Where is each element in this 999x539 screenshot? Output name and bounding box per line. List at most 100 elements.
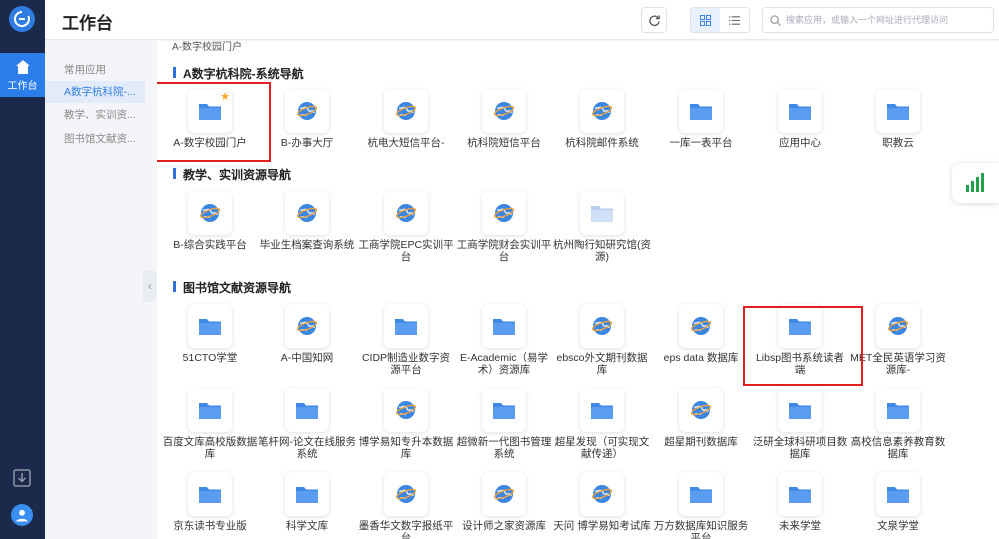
app-tile[interactable]: 应用中心: [751, 89, 849, 149]
app-label: 工商学院EPC实训平台: [358, 239, 454, 263]
app-label: 未来学堂: [779, 520, 821, 532]
app-tile[interactable]: 工商学院财会实训平台: [455, 191, 553, 263]
app-label: 超星发现（可实现文献传递）: [554, 436, 650, 460]
app-tile[interactable]: 毕业生档案查询系统: [258, 191, 356, 251]
app-label: 泛研全球科研项目数据库: [752, 436, 848, 460]
app-label: 毕业生档案查询系统: [259, 239, 355, 251]
collapse-sidebar-button[interactable]: ‹: [143, 270, 157, 302]
app-tile[interactable]: 超星期刊数据库: [652, 388, 750, 448]
section-title-library-nav: 图书馆文献资源导航: [173, 279, 291, 296]
app-tile[interactable]: 高校信息素养教育数据库: [849, 388, 947, 460]
app-tile[interactable]: 天问 博学易知考试库: [553, 472, 651, 532]
folder-icon: [778, 388, 822, 432]
app-tile[interactable]: A-中国知网: [258, 304, 356, 364]
folder-icon: [778, 89, 822, 133]
folder-icon: [188, 388, 232, 432]
app-tile[interactable]: 泛研全球科研项目数据库: [751, 388, 849, 460]
app-tile[interactable]: 杭科院邮件系统: [553, 89, 651, 149]
app-tile[interactable]: 职教云: [849, 89, 947, 149]
app-label: 超微新一代图书管理系统: [456, 436, 552, 460]
search-input[interactable]: [786, 15, 986, 25]
app-label: 京东读书专业版: [173, 520, 247, 532]
home-icon: [15, 60, 30, 74]
folder-icon: [285, 388, 329, 432]
app-tile[interactable]: B-办事大厅: [258, 89, 356, 149]
folder-icon: [876, 388, 920, 432]
sidebar-item-digital-campus[interactable]: A数字杭科院-...: [45, 81, 145, 103]
folder-icon: [876, 472, 920, 516]
folder-light-icon: [580, 191, 624, 235]
breadcrumb: A-数字校园门户: [172, 42, 242, 53]
rail-home-button[interactable]: 工作台: [0, 53, 45, 97]
app-tile[interactable]: 京东读书专业版: [161, 472, 259, 532]
app-label: 高校信息素养教育数据库: [850, 436, 946, 460]
app-tile[interactable]: 超微新一代图书管理系统: [455, 388, 553, 460]
globe-icon: [876, 304, 920, 348]
view-switch: [690, 7, 750, 33]
grid-icon: [700, 14, 711, 26]
app-label: 杭科院邮件系统: [565, 137, 639, 149]
globe-icon: [384, 89, 428, 133]
app-label: 设计师之家资源库: [462, 520, 546, 532]
folder-icon: [679, 89, 723, 133]
grid-view-button[interactable]: [691, 8, 720, 32]
app-tile[interactable]: 一库一表平台: [652, 89, 750, 149]
folder-icon: [482, 388, 526, 432]
app-tile[interactable]: 百度文库高校版数据库: [161, 388, 259, 460]
app-tile[interactable]: 笔杆网-论文在线服务系统: [258, 388, 356, 460]
search-box: [762, 7, 994, 33]
refresh-icon: [648, 14, 660, 26]
app-label: 博学易知专升本数据库: [358, 436, 454, 460]
list-view-button[interactable]: [720, 8, 749, 32]
app-tile[interactable]: 51CTO学堂: [161, 304, 259, 364]
highlight-box-portal: [157, 82, 271, 162]
app-label: B-办事大厅: [280, 137, 334, 149]
app-tile[interactable]: 墨香华文数字报纸平台: [357, 472, 455, 539]
app-label: 超星期刊数据库: [664, 436, 738, 448]
app-tile[interactable]: 万方数据库知识服务平台: [652, 472, 750, 539]
app-tile[interactable]: 杭州陶行知研究馆(资源): [553, 191, 651, 263]
app-label: 天问 博学易知考试库: [553, 520, 651, 532]
app-tile[interactable]: 杭电大短信平台-: [357, 89, 455, 149]
user-avatar-icon[interactable]: [11, 504, 33, 526]
app-logo-icon[interactable]: [9, 6, 35, 32]
download-icon[interactable]: [12, 468, 32, 488]
app-label: 杭科院短信平台: [467, 137, 541, 149]
app-tile[interactable]: 杭科院短信平台: [455, 89, 553, 149]
app-tile[interactable]: 工商学院EPC实训平台: [357, 191, 455, 263]
refresh-button[interactable]: [641, 7, 667, 33]
signal-bars-icon: [965, 173, 984, 192]
app-tile[interactable]: CIDP制造业数字资源平台: [357, 304, 455, 376]
list-icon: [729, 15, 740, 25]
app-tile[interactable]: 未来学堂: [751, 472, 849, 532]
app-label: 笔杆网-论文在线服务系统: [258, 436, 356, 460]
app-label: A-中国知网: [280, 352, 334, 364]
globe-icon: [679, 388, 723, 432]
page-title: 工作台: [62, 14, 113, 33]
app-tile[interactable]: MET全民英语学习资源库-: [849, 304, 947, 376]
sidebar-item-common[interactable]: 常用应用: [45, 59, 145, 81]
app-tile[interactable]: 超星发现（可实现文献传递）: [553, 388, 651, 460]
main-content: A-数字校园门户 A数字杭科院-系统导航 教学、实训资源导航 图书馆文献资源导航…: [157, 41, 999, 539]
globe-icon: [580, 304, 624, 348]
app-tile[interactable]: 科学文库: [258, 472, 356, 532]
sidebar-item-teaching[interactable]: 教学、实训资...: [45, 104, 145, 126]
sidebar-item-library[interactable]: 图书馆文献资...: [45, 128, 145, 150]
globe-icon: [679, 304, 723, 348]
globe-icon: [285, 89, 329, 133]
app-tile[interactable]: ebsco外文期刊数据库: [553, 304, 651, 376]
folder-icon: [876, 89, 920, 133]
app-tile[interactable]: E-Academic（易学术）资源库: [455, 304, 553, 376]
folder-icon: [679, 472, 723, 516]
stats-float-button[interactable]: [952, 163, 999, 203]
folder-icon: [188, 472, 232, 516]
globe-icon: [482, 472, 526, 516]
app-tile[interactable]: eps data 数据库: [652, 304, 750, 364]
highlight-box-libsp: [743, 306, 863, 386]
app-tile[interactable]: 博学易知专升本数据库: [357, 388, 455, 460]
app-label: 杭电大短信平台-: [367, 137, 445, 149]
app-tile[interactable]: B-综合实践平台: [161, 191, 259, 251]
app-tile[interactable]: 设计师之家资源库: [455, 472, 553, 532]
app-label: 墨香华文数字报纸平台: [358, 520, 454, 539]
app-tile[interactable]: 文泉学堂: [849, 472, 947, 532]
